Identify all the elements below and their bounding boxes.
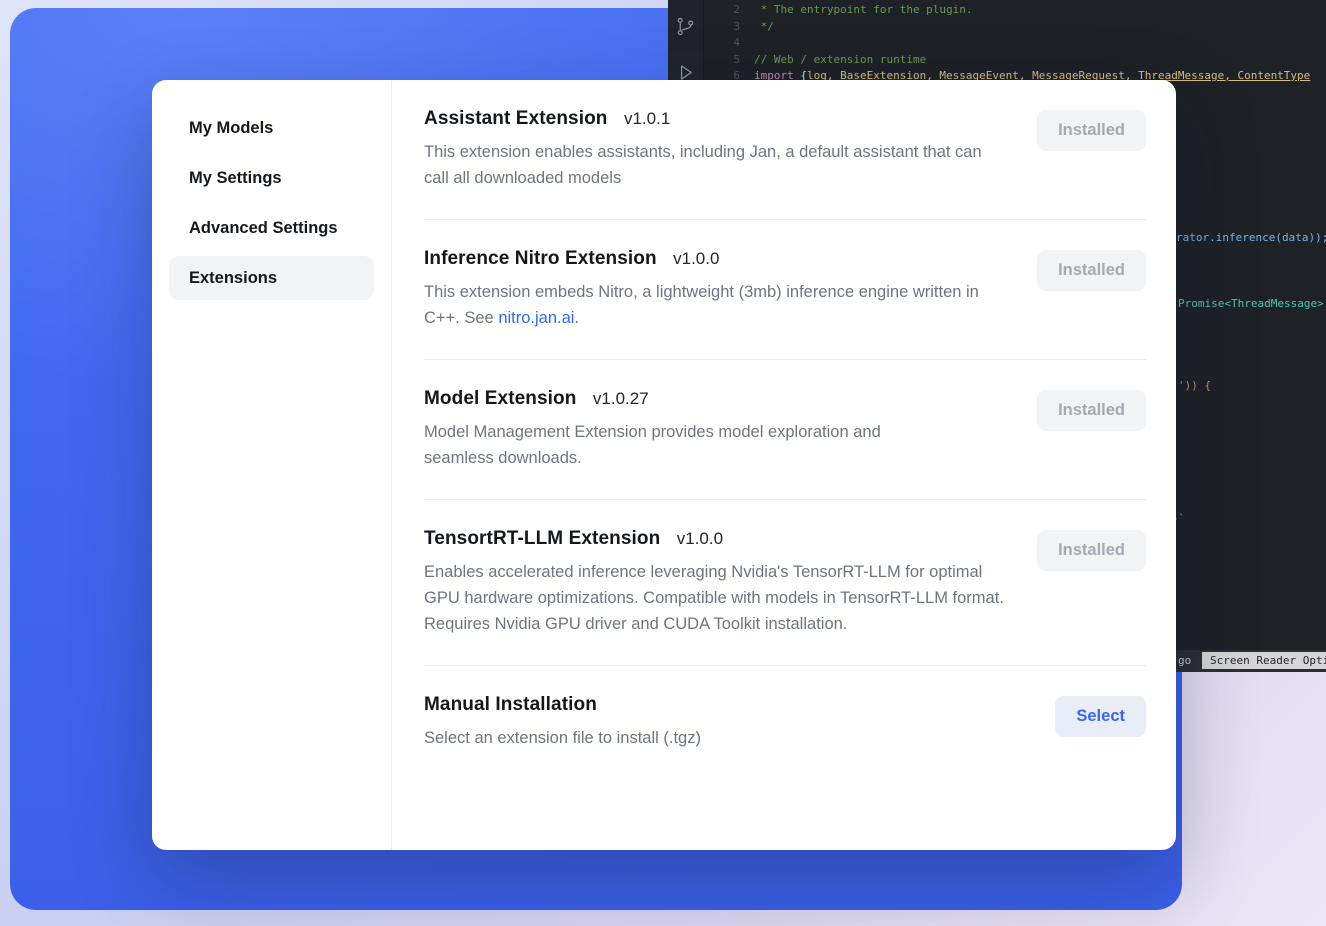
nitro-jan-ai-link[interactable]: nitro.jan.ai — [498, 309, 574, 327]
extension-row-model: Model Extension v1.0.27 Model Management… — [424, 360, 1146, 500]
code-lines: 2 * The entrypoint for the plugin. 3 */ … — [704, 2, 1326, 85]
description-text: . — [574, 309, 579, 327]
extension-title-line: Model Extension v1.0.27 — [424, 388, 904, 410]
line-number: 3 — [704, 19, 754, 36]
sidebar-item-label: Extensions — [189, 269, 277, 288]
extension-title: Manual Installation — [424, 694, 597, 715]
code-fragment-inference: rator.inference(data)); — [1176, 230, 1326, 247]
extension-info: Inference Nitro Extension v1.0.0 This ex… — [424, 248, 984, 331]
extension-description: Model Management Extension provides mode… — [424, 419, 904, 471]
sidebar-item-extensions[interactable]: Extensions — [169, 256, 374, 300]
extensions-list: Assistant Extension v1.0.1 This extensio… — [392, 80, 1176, 850]
line-number: 5 — [704, 52, 754, 69]
extension-title-line: Assistant Extension v1.0.1 — [424, 108, 999, 130]
extension-version: v1.0.27 — [593, 389, 649, 408]
select-file-button[interactable]: Select — [1055, 696, 1146, 737]
extension-info: Manual Installation Select an extension … — [424, 694, 701, 751]
extension-version: v1.0.1 — [624, 109, 670, 128]
extension-title: TensortRT-LLM Extension — [424, 528, 660, 549]
installed-button[interactable]: Installed — [1037, 530, 1146, 571]
sidebar-item-my-settings[interactable]: My Settings — [169, 156, 374, 200]
extension-row-assistant: Assistant Extension v1.0.1 This extensio… — [424, 80, 1146, 220]
code-text: // Web / extension runtime — [754, 52, 926, 69]
installed-button[interactable]: Installed — [1037, 390, 1146, 431]
extension-title-line: Manual Installation — [424, 694, 701, 716]
line-number: 2 — [704, 2, 754, 19]
extension-info: Model Extension v1.0.27 Model Management… — [424, 388, 904, 471]
installed-button[interactable]: Installed — [1037, 250, 1146, 291]
extension-description: Enables accelerated inference leveraging… — [424, 559, 1004, 637]
extension-row-inference-nitro: Inference Nitro Extension v1.0.0 This ex… — [424, 220, 1146, 360]
git-branch-icon — [675, 16, 696, 40]
code-line: 3 */ — [704, 19, 1326, 36]
extension-title-line: TensortRT-LLM Extension v1.0.0 — [424, 528, 1004, 550]
extension-version: v1.0.0 — [673, 249, 719, 268]
screenshot-stage: 2 * The entrypoint for the plugin. 3 */ … — [0, 0, 1326, 926]
extension-title: Inference Nitro Extension — [424, 248, 657, 269]
code-line: 5 // Web / extension runtime — [704, 52, 1326, 69]
extension-row-manual-installation: Manual Installation Select an extension … — [424, 666, 1146, 779]
extension-version: v1.0.0 — [677, 529, 723, 548]
code-fragment-promise: Promise<ThreadMessage> — [1178, 296, 1324, 313]
sidebar-item-label: My Models — [189, 119, 273, 138]
code-fragment-string: ')) { — [1178, 378, 1211, 395]
line-number: 4 — [704, 35, 754, 52]
code-line: 4 — [704, 35, 1326, 52]
extension-description: This extension embeds Nitro, a lightweig… — [424, 279, 984, 331]
extension-title: Model Extension — [424, 388, 576, 409]
code-text: */ — [754, 19, 774, 36]
sidebar-item-label: My Settings — [189, 169, 282, 188]
screen-reader-chip: Screen Reader Optimized — [1202, 652, 1326, 669]
settings-sidebar: My Models My Settings Advanced Settings … — [152, 80, 392, 850]
extension-description: Select an extension file to install (.tg… — [424, 725, 701, 751]
status-text: go — [1178, 654, 1191, 667]
code-text: * The entrypoint for the plugin. — [754, 2, 973, 19]
extension-info: Assistant Extension v1.0.1 This extensio… — [424, 108, 999, 191]
sidebar-item-label: Advanced Settings — [189, 219, 338, 238]
sidebar-item-advanced-settings[interactable]: Advanced Settings — [169, 206, 374, 250]
extension-title-line: Inference Nitro Extension v1.0.0 — [424, 248, 984, 270]
extension-title: Assistant Extension — [424, 108, 608, 129]
settings-modal: My Models My Settings Advanced Settings … — [152, 80, 1176, 850]
code-line: 2 * The entrypoint for the plugin. — [704, 2, 1326, 19]
sidebar-item-my-models[interactable]: My Models — [169, 106, 374, 150]
extension-info: TensortRT-LLM Extension v1.0.0 Enables a… — [424, 528, 1004, 637]
installed-button[interactable]: Installed — [1037, 110, 1146, 151]
extension-row-tensorrt-llm: TensortRT-LLM Extension v1.0.0 Enables a… — [424, 500, 1146, 666]
extension-description: This extension enables assistants, inclu… — [424, 139, 999, 191]
